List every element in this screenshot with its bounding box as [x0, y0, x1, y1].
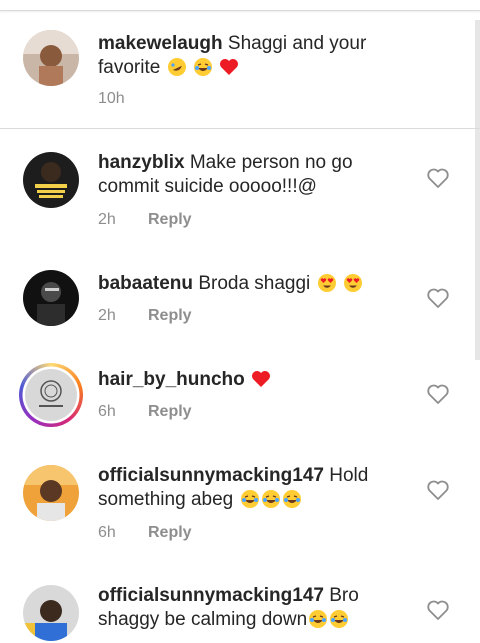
avatar[interactable] [23, 585, 79, 641]
comment-time: 2h [98, 307, 116, 324]
comment-time: 6h [98, 403, 116, 420]
comment-text: babaatenu Broda shaggi [98, 272, 418, 296]
caption-text: makewelaugh Shaggi and your favorite [98, 32, 398, 80]
avatar[interactable] [19, 363, 83, 427]
avatar[interactable] [23, 152, 79, 208]
joy-emoji [240, 489, 260, 509]
joy-emoji [308, 609, 328, 629]
comment-meta: 6h Reply [98, 524, 192, 542]
joy-emoji [282, 489, 302, 509]
caption-section: makewelaugh Shaggi and your favorite 10h [0, 11, 480, 129]
reply-button[interactable]: Reply [148, 403, 192, 421]
comment-text: hair_by_huncho [98, 368, 418, 392]
heart-eyes-emoji [317, 273, 337, 293]
comment-item: officialsunnymacking147 Hold something a… [0, 453, 480, 553]
comment-item: hair_by_huncho 6h Reply [0, 357, 480, 437]
caption-username[interactable]: makewelaugh [98, 33, 223, 54]
heart-eyes-emoji [343, 273, 363, 293]
comment-username[interactable]: babaatenu [98, 273, 193, 294]
red-heart-emoji [251, 369, 271, 389]
avatar[interactable] [23, 465, 79, 521]
top-bar [0, 0, 480, 11]
joy-emoji [261, 489, 281, 509]
like-heart-icon[interactable] [426, 479, 450, 501]
comment-time: 6h [98, 524, 116, 541]
like-heart-icon[interactable] [426, 287, 450, 309]
comment-item: hanzyblix Make person no go commit suici… [0, 140, 480, 240]
joy-emoji [329, 609, 349, 629]
comment-username[interactable]: officialsunnymacking147 [98, 465, 324, 486]
comment-item: babaatenu Broda shaggi 2h Reply [0, 260, 480, 340]
red-heart-emoji [219, 57, 239, 77]
comment-meta: 2h Reply [98, 307, 192, 325]
comment-text: officialsunnymacking147 Bro shaggy be ca… [98, 584, 418, 632]
comment-username[interactable]: hair_by_huncho [98, 369, 245, 390]
avatar[interactable] [23, 270, 79, 326]
comment-meta: 6h Reply [98, 403, 192, 421]
like-heart-icon[interactable] [426, 383, 450, 405]
reply-button[interactable]: Reply [148, 211, 192, 229]
joy-emoji [193, 57, 213, 77]
comment-text: officialsunnymacking147 Hold something a… [98, 464, 418, 512]
comment-meta: 2h Reply [98, 211, 192, 229]
comment-item: officialsunnymacking147 Bro shaggy be ca… [0, 573, 480, 643]
comment-time: 2h [98, 211, 116, 228]
comment-username[interactable]: hanzyblix [98, 152, 185, 173]
avatar[interactable] [23, 30, 79, 86]
like-heart-icon[interactable] [426, 167, 450, 189]
rofl-emoji [167, 57, 187, 77]
comment-username[interactable]: officialsunnymacking147 [98, 585, 324, 606]
comment-body: Broda shaggi [198, 273, 311, 294]
reply-button[interactable]: Reply [148, 307, 192, 325]
reply-button[interactable]: Reply [148, 524, 192, 542]
comment-text: hanzyblix Make person no go commit suici… [98, 151, 418, 199]
caption-time: 10h [98, 90, 125, 107]
like-heart-icon[interactable] [426, 599, 450, 621]
